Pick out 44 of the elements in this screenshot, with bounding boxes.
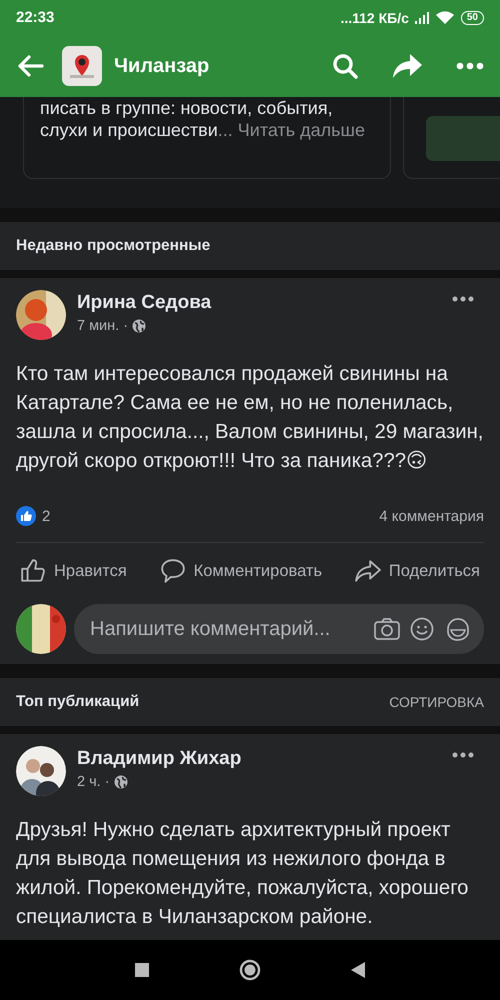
group-title: Чиланзар: [114, 54, 210, 78]
share-icon: [354, 558, 381, 584]
action-button[interactable]: Нравится: [16, 558, 131, 584]
post-time: 7 мин.: [77, 318, 120, 334]
sort-button[interactable]: СОРТИРОВКА: [389, 694, 484, 710]
comment-field[interactable]: Напишите комментарий...: [88, 616, 364, 642]
network-speed: ...112 КБ/с: [340, 10, 409, 26]
battery-icon: 50: [460, 10, 484, 24]
post-text: Друзья! Нужно сделать архитектурный проект для вывода помещения из нежилого фонда в жилой. Порекомендуйте, пожалуйста, хорошего специалиста в Чиланзарском районе.: [16, 818, 470, 930]
comment-icon: [160, 558, 186, 584]
like-badge-icon: [16, 506, 36, 526]
more-icon[interactable]: [452, 752, 474, 758]
like-count: 2: [42, 508, 50, 524]
post-text: Кто там интересовался продажей свинины на Катартале? Сама ее не ем, но не поленилась, зашла и спросила..., Валом свинины, 29 магазин, другой скоро откроют!!! Что за паника???🙃: [16, 362, 484, 474]
action-button[interactable]: Поделиться: [350, 558, 484, 584]
globe-icon: [132, 319, 146, 333]
section-title: Топ публикаций: [16, 693, 140, 711]
section-title: Недавно просмотренные: [16, 237, 210, 255]
group-description: писать в группе: новости, события, слухи и происшестви... Читать дальше: [40, 97, 366, 141]
read-more-link[interactable]: Читать дальше: [238, 120, 365, 140]
separator-dot: ·: [104, 774, 110, 790]
signal-icon: [414, 12, 429, 24]
separator-dot: ·: [123, 318, 128, 334]
like-icon: [20, 558, 46, 584]
clock: 22:33: [16, 9, 54, 26]
comment-bar[interactable]: Напишите комментарий...: [74, 604, 484, 654]
share-icon[interactable]: [392, 53, 422, 79]
home-icon[interactable]: [239, 959, 261, 981]
back-arrow-icon[interactable]: [16, 54, 44, 78]
globe-icon: [114, 775, 128, 789]
more-icon[interactable]: [452, 296, 474, 302]
author-name[interactable]: Владимир Жихар: [77, 748, 452, 770]
comment-count[interactable]: 4 комментария: [379, 508, 484, 524]
wifi-icon: [434, 10, 455, 25]
smiley-icon[interactable]: [410, 617, 434, 641]
back-icon[interactable]: [351, 962, 365, 978]
sticker-icon[interactable]: [444, 616, 470, 642]
camera-icon[interactable]: [374, 617, 400, 641]
action-button[interactable]: Комментировать: [156, 558, 326, 584]
search-icon[interactable]: [332, 53, 358, 79]
post-time: 2 ч.: [77, 774, 101, 790]
author-name[interactable]: Ирина Седова: [77, 292, 452, 314]
more-icon[interactable]: [456, 62, 484, 70]
map-pin-icon: [62, 46, 102, 86]
